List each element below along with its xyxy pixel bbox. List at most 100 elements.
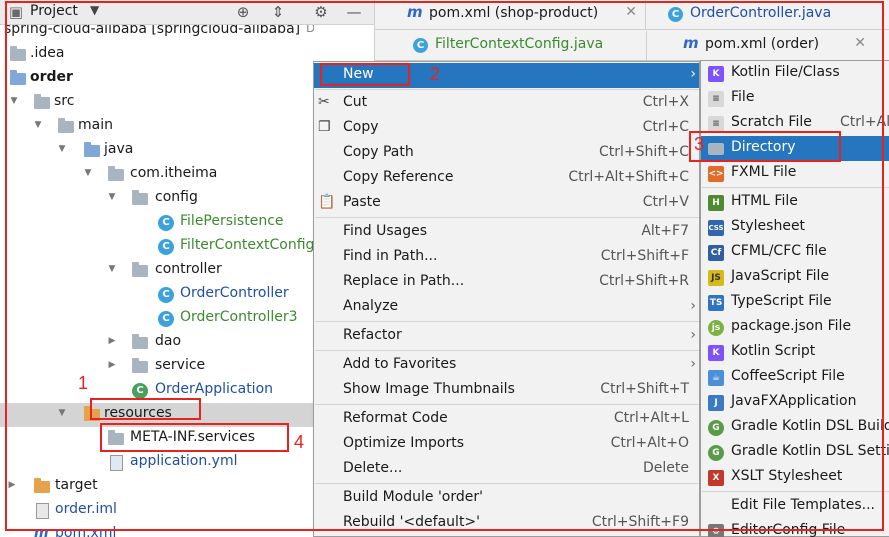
submenu-item-kotlin-script[interactable]: K Kotlin Script bbox=[701, 340, 889, 365]
tree-item-application-yml[interactable]: application.yml bbox=[0, 451, 314, 475]
tree-item-controller[interactable]: ▼ controller bbox=[0, 259, 314, 283]
menu-item-label: Find in Path... bbox=[343, 248, 438, 264]
submenu-item-javascript[interactable]: JS JavaScript File bbox=[701, 265, 889, 290]
submenu-item-label: Stylesheet bbox=[731, 218, 806, 234]
chevron-down-icon[interactable]: ▼ bbox=[56, 144, 68, 154]
tree-item-dao[interactable]: ▶ dao bbox=[0, 331, 314, 355]
menu-item-rebuild[interactable]: Rebuild '<default>' Ctrl+Shift+F9 bbox=[314, 511, 699, 536]
spring-class-icon: C bbox=[132, 383, 148, 399]
tab-ordercontroller[interactable]: C OrderController.java bbox=[646, 0, 889, 30]
chevron-down-icon[interactable]: ▼ bbox=[8, 96, 20, 106]
submenu-item-gradle-settings[interactable]: G Gradle Kotlin DSL Settings bbox=[701, 440, 889, 465]
tab-pom-order[interactable]: m pom.xml (order) ✕ bbox=[647, 31, 889, 61]
tree-item-pom[interactable]: m pom.xml bbox=[0, 523, 314, 537]
tree-item-filtercontextconfig[interactable]: C FilterContextConfig bbox=[0, 235, 314, 259]
menu-item-copy-reference[interactable]: Copy Reference Ctrl+Alt+Shift+C bbox=[314, 166, 699, 191]
tree-item-src[interactable]: ▼ src bbox=[0, 91, 314, 115]
menu-item-replace-in-path[interactable]: Replace in Path... Ctrl+Shift+R bbox=[314, 270, 699, 295]
menu-item-paste[interactable]: 📋 Paste Ctrl+V bbox=[314, 191, 699, 216]
menu-item-reformat-code[interactable]: Reformat Code Ctrl+Alt+L bbox=[314, 407, 699, 432]
locate-icon[interactable]: ⊕ bbox=[233, 2, 253, 22]
menu-item-find-usages[interactable]: Find Usages Alt+F7 bbox=[314, 220, 699, 245]
chevron-right-icon[interactable]: ▶ bbox=[106, 360, 118, 370]
tree-item-config[interactable]: ▼ config bbox=[0, 187, 314, 211]
menu-item-analyze[interactable]: Analyze › bbox=[314, 295, 699, 320]
menu-item-show-image-thumbnails[interactable]: Show Image Thumbnails Ctrl+Shift+T bbox=[314, 378, 699, 403]
tree-item-order-iml[interactable]: order.iml bbox=[0, 499, 314, 523]
close-icon[interactable]: ✕ bbox=[854, 35, 866, 51]
gear-icon[interactable]: ⚙ bbox=[311, 2, 331, 22]
tree-item-java[interactable]: ▼ java bbox=[0, 139, 314, 163]
menu-item-optimize-imports[interactable]: Optimize Imports Ctrl+Alt+O bbox=[314, 432, 699, 457]
submenu-item-coffeescript[interactable]: ☕ CoffeeScript File bbox=[701, 365, 889, 390]
menu-item-copy[interactable]: ❐ Copy Ctrl+C bbox=[314, 116, 699, 141]
tree-label: OrderApplication bbox=[155, 381, 274, 397]
chevron-down-icon[interactable]: ▼ bbox=[32, 120, 44, 130]
submenu-item-stylesheet[interactable]: CSS Stylesheet bbox=[701, 215, 889, 240]
chevron-down-icon[interactable]: ▼ bbox=[56, 408, 68, 418]
menu-item-delete[interactable]: Delete... Delete bbox=[314, 457, 699, 482]
paste-icon: 📋 bbox=[318, 194, 336, 210]
menu-item-label: Rebuild '<default>' bbox=[343, 514, 481, 530]
tree-item-ordercontroller3[interactable]: C OrderController3 bbox=[0, 307, 314, 331]
tree-item-service[interactable]: ▶ service bbox=[0, 355, 314, 379]
submenu-item-file[interactable]: ≡ File bbox=[701, 86, 889, 111]
submenu-item-fxml[interactable]: <> FXML File bbox=[701, 161, 889, 186]
tree-item-resources[interactable]: ▼ resources bbox=[0, 403, 314, 427]
menu-item-cut[interactable]: ✂ Cut Ctrl+X bbox=[314, 91, 699, 116]
annotation-number-1: 1 bbox=[78, 373, 89, 393]
chevron-down-icon[interactable]: ▼ bbox=[82, 168, 94, 178]
collapse-all-icon[interactable]: ⇕ bbox=[268, 2, 288, 22]
submenu-item-cfml[interactable]: Cf CFML/CFC file bbox=[701, 240, 889, 265]
submenu-item-xslt[interactable]: X XSLT Stylesheet bbox=[701, 465, 889, 490]
tree-item-filepersistence[interactable]: C FilePersistence bbox=[0, 211, 314, 235]
submenu-item-label: Gradle Kotlin DSL Settings bbox=[731, 443, 889, 459]
chevron-right-icon[interactable]: ▶ bbox=[106, 336, 118, 346]
tree-item-target[interactable]: ▶ target bbox=[0, 475, 314, 499]
submenu-item-gradle-build[interactable]: G Gradle Kotlin DSL Build Script bbox=[701, 415, 889, 440]
javafx-icon: J bbox=[708, 395, 724, 411]
submenu-item-label: Kotlin File/Class bbox=[731, 64, 840, 80]
tree-item-package[interactable]: ▼ com.itheima bbox=[0, 163, 314, 187]
submenu-item-editorconfig[interactable]: ⚙ EditorConfig File bbox=[701, 519, 889, 537]
maven-icon: m bbox=[683, 34, 699, 52]
submenu-item-edit-templates[interactable]: Edit File Templates... bbox=[701, 494, 889, 519]
submenu-item-label: package.json File bbox=[731, 318, 852, 334]
chevron-down-icon[interactable]: ▼ bbox=[90, 3, 99, 17]
submenu-item-directory[interactable]: Directory bbox=[701, 136, 889, 161]
minimize-icon[interactable]: — bbox=[344, 2, 364, 22]
close-icon[interactable]: ✕ bbox=[625, 4, 637, 20]
tree-item-main[interactable]: ▼ main bbox=[0, 115, 314, 139]
submenu-item-html[interactable]: H HTML File bbox=[701, 190, 889, 215]
menu-item-refactor[interactable]: Refactor › bbox=[314, 324, 699, 349]
submenu-item-package-json[interactable]: js package.json File bbox=[701, 315, 889, 340]
maven-icon: m bbox=[407, 3, 423, 21]
module-folder-icon bbox=[10, 70, 26, 85]
tree-item-ordercontroller[interactable]: C OrderController bbox=[0, 283, 314, 307]
menu-item-add-to-favorites[interactable]: Add to Favorites › bbox=[314, 353, 699, 378]
menu-item-copy-path[interactable]: Copy Path Ctrl+Shift+C bbox=[314, 141, 699, 166]
chevron-right-icon[interactable]: ▶ bbox=[6, 480, 18, 490]
menu-item-label: Analyze bbox=[343, 298, 399, 314]
tree-item-order[interactable]: order bbox=[0, 67, 314, 91]
class-icon: C bbox=[668, 7, 683, 22]
tree-item-orderapplication[interactable]: C OrderApplication bbox=[0, 379, 314, 403]
tree-label: OrderController3 bbox=[180, 309, 298, 325]
tab-filtercontextconfig[interactable]: C FilterContextConfig.java bbox=[375, 31, 647, 61]
chevron-down-icon[interactable]: ▼ bbox=[106, 192, 118, 202]
menu-item-label: Optimize Imports bbox=[343, 435, 464, 451]
project-panel-title[interactable]: Project bbox=[30, 3, 78, 19]
submenu-item-kotlin-file[interactable]: K Kotlin File/Class bbox=[701, 61, 889, 86]
menu-item-find-in-path[interactable]: Find in Path... Ctrl+Shift+F bbox=[314, 245, 699, 270]
tree-item-idea[interactable]: .idea bbox=[0, 43, 314, 67]
tree-root[interactable]: spring-cloud-alibaba [springcloud-alibab… bbox=[0, 25, 314, 43]
submenu-item-typescript[interactable]: TS TypeScript File bbox=[701, 290, 889, 315]
submenu-item-javafx[interactable]: J JavaFXApplication bbox=[701, 390, 889, 415]
menu-item-new[interactable]: New › bbox=[314, 63, 699, 88]
tab-pom-shop-product[interactable]: m pom.xml (shop-product) ✕ bbox=[375, 0, 646, 30]
menu-item-build-module[interactable]: Build Module 'order' bbox=[314, 486, 699, 511]
chevron-down-icon[interactable]: ▼ bbox=[106, 264, 118, 274]
submenu-item-scratch-file[interactable]: ≡ Scratch File Ctrl+Alt+Shift+Insert bbox=[701, 111, 889, 136]
tree-item-meta-inf[interactable]: META-INF.services bbox=[0, 427, 314, 451]
submenu-item-label: XSLT Stylesheet bbox=[731, 468, 843, 484]
